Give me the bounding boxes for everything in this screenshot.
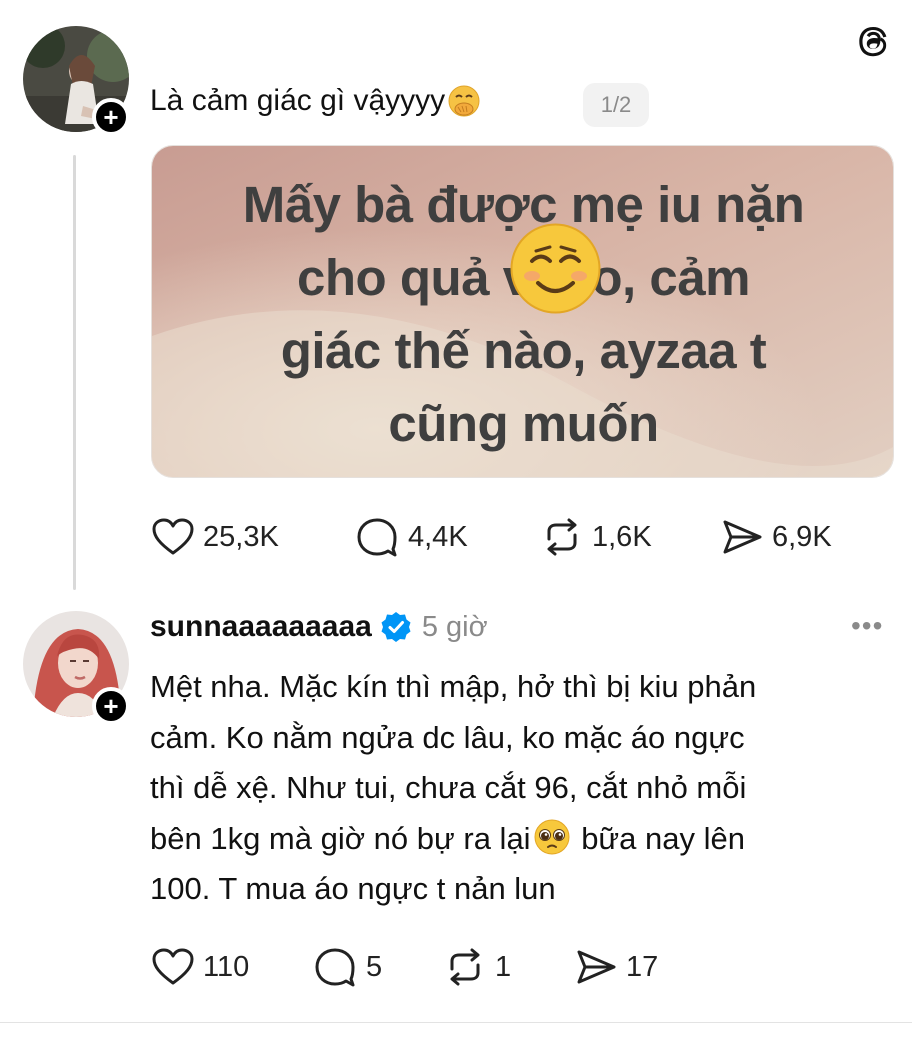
reply-repost-button[interactable]: 1: [443, 947, 574, 987]
send-icon: [723, 520, 762, 554]
caption-line-3: giác thế nào, ayzaa t: [280, 322, 767, 379]
verified-badge-icon: [381, 612, 411, 642]
share-count: 6,9K: [772, 520, 832, 553]
reply-line-2: cảm. Ko nằm ngửa dc lâu, ko mặc áo ngực: [150, 719, 745, 755]
post-actions: 25,3K 4,4K 1,6K 6,9K: [151, 517, 832, 557]
reply-line-1: Mệt nha. Mặc kín thì mập, hở thì bị kiu …: [150, 669, 757, 704]
reply-share-button[interactable]: 17: [574, 947, 658, 987]
reply-repost-count: 1: [495, 950, 512, 983]
repost-count: 1,6K: [592, 520, 652, 553]
reply-reply-button[interactable]: 5: [314, 947, 443, 987]
reply-button[interactable]: 4,4K: [356, 517, 540, 557]
threads-logo-icon[interactable]: [852, 20, 894, 62]
reply-follow-plus-button[interactable]: +: [92, 687, 130, 725]
reply-line-4b: bữa nay lên: [572, 820, 746, 856]
like-count: 25,3K: [203, 520, 279, 553]
caption-line-4: cũng muốn: [388, 395, 659, 452]
send-icon: [577, 950, 616, 984]
reply-header: sunnaaaaaaaaa 5 giờ: [150, 610, 488, 644]
reply-line-4: bên 1kg mà giờ nó bự ra lại bữa nay lên: [150, 814, 890, 865]
repost-icon: [547, 518, 577, 556]
smiling-face-emoji-icon: [510, 223, 601, 314]
heart-icon: [152, 948, 194, 985]
thread-connector-line: [73, 155, 76, 590]
reply-text: Mệt nha. Mặc kín thì mập, hở thì bị kiu …: [150, 662, 890, 915]
comment-icon: [315, 948, 355, 987]
post-text-content: Là cảm giác gì vậyyyy: [150, 84, 446, 117]
follow-plus-button[interactable]: +: [92, 98, 130, 136]
comment-icon: [357, 518, 397, 557]
post-text: Là cảm giác gì vậyyyy: [150, 84, 481, 118]
like-button[interactable]: 25,3K: [151, 517, 356, 557]
hand-over-mouth-emoji-icon: [448, 85, 480, 117]
reply-like-count: 110: [203, 950, 250, 983]
reply-username[interactable]: sunnaaaaaaaaa: [150, 610, 372, 644]
page-indicator-badge: 1/2: [583, 83, 649, 127]
heart-icon: [152, 518, 194, 555]
reply-like-button[interactable]: 110: [151, 947, 314, 987]
reply-reply-count: 5: [366, 950, 383, 983]
reply-timestamp: 5 giờ: [421, 610, 488, 643]
reply-actions: 110 5 1 17: [151, 947, 658, 987]
share-button[interactable]: 6,9K: [720, 517, 832, 557]
repost-button[interactable]: 1,6K: [540, 517, 720, 557]
more-options-icon[interactable]: •••: [851, 612, 883, 640]
reply-line-4a: bên 1kg mà giờ nó bự ra lại: [150, 820, 531, 856]
repost-icon: [450, 948, 480, 986]
pleading-face-emoji-icon: [534, 819, 570, 854]
post-image[interactable]: Mấy bà được mẹ iu nặn cho quả vú to, cảm…: [151, 145, 894, 478]
reply-line-5: 100. T mua áo ngực t nản lun: [150, 871, 556, 906]
bottom-divider: [0, 1022, 912, 1023]
reply-count: 4,4K: [408, 520, 468, 553]
reply-line-3: thì dễ xệ. Như tui, chưa cắt 96, cắt nhỏ…: [150, 770, 747, 805]
reply-share-count: 17: [626, 950, 659, 983]
